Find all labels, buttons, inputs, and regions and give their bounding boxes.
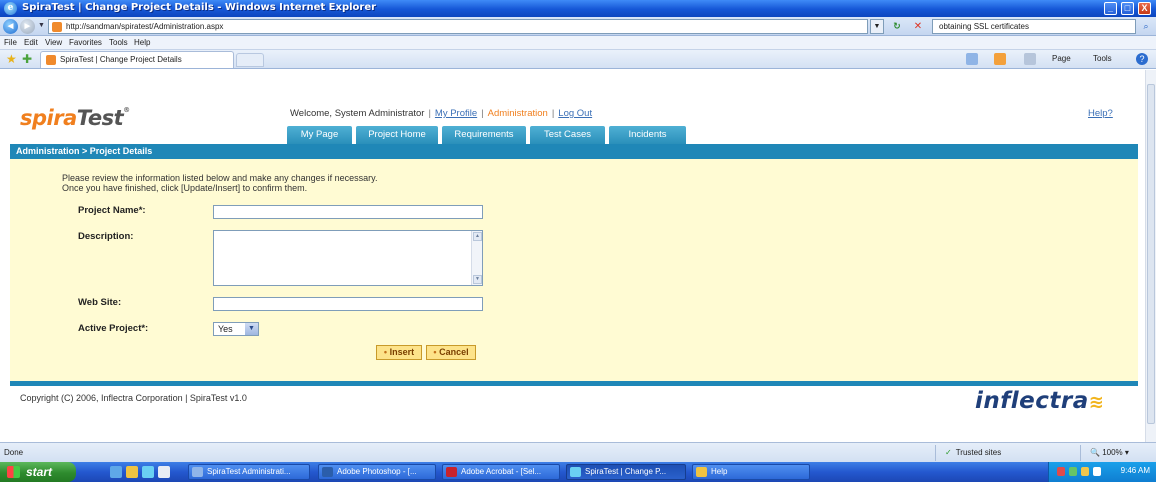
outlook-icon[interactable] bbox=[158, 466, 170, 478]
maximize-button[interactable]: □ bbox=[1121, 2, 1134, 15]
page-menu[interactable]: Page bbox=[1052, 54, 1071, 63]
browser-tab-label: SpiraTest | Change Project Details bbox=[60, 55, 182, 64]
logout-link[interactable]: Log Out bbox=[558, 108, 592, 119]
back-button[interactable]: ◄ bbox=[3, 19, 18, 34]
taskbar-item[interactable]: Help bbox=[692, 464, 810, 480]
description-textarea[interactable] bbox=[213, 230, 483, 286]
search-icon[interactable]: ⌕ bbox=[1138, 19, 1154, 34]
page-scrollbar[interactable] bbox=[1145, 70, 1156, 442]
tray-icon bbox=[1069, 467, 1077, 476]
tab-my-page[interactable]: My Page bbox=[287, 126, 352, 144]
print-icon[interactable] bbox=[1024, 53, 1036, 65]
taskbar-item[interactable]: SpiraTest | Change P... bbox=[566, 464, 686, 480]
tray-icon bbox=[1081, 467, 1089, 476]
project-name-input[interactable] bbox=[213, 205, 483, 219]
close-button[interactable]: X bbox=[1138, 2, 1151, 15]
feeds-icon[interactable] bbox=[994, 53, 1006, 65]
new-tab-button[interactable] bbox=[236, 53, 264, 67]
tray-icon bbox=[1093, 467, 1101, 476]
help-link[interactable]: Help? bbox=[1088, 108, 1113, 119]
inflectra-logo: inflectra≋ bbox=[975, 388, 1105, 414]
taskbar-item[interactable]: Adobe Acrobat - [Sel... bbox=[442, 464, 560, 480]
search-value[interactable]: obtaining SSL certificates bbox=[939, 22, 1029, 31]
description-scrollbar[interactable]: ▲ ▼ bbox=[471, 231, 482, 285]
menu-help[interactable]: Help bbox=[134, 38, 150, 47]
search-input[interactable]: obtaining SSL certificates bbox=[932, 19, 1136, 34]
form-instructions: Please review the information listed bel… bbox=[62, 173, 378, 193]
tools-menu[interactable]: Tools bbox=[1093, 54, 1112, 63]
copyright-text: Copyright (C) 2006, Inflectra Corporatio… bbox=[20, 393, 247, 403]
taskbar-item[interactable]: Adobe Photoshop - [... bbox=[318, 464, 436, 480]
minimize-button[interactable]: _ bbox=[1104, 2, 1117, 15]
address-dropdown-icon[interactable]: ▼ bbox=[870, 19, 884, 34]
address-toolbar: ◄ ► ▼ http://sandman/spiratest/Administr… bbox=[0, 17, 1156, 36]
start-button[interactable]: start bbox=[0, 462, 76, 482]
tray-icon bbox=[1057, 467, 1065, 476]
scroll-up-icon[interactable]: ▲ bbox=[473, 232, 482, 241]
scrollbar-thumb[interactable] bbox=[1147, 84, 1155, 424]
description-label: Description: bbox=[78, 231, 134, 242]
windows-logo-icon bbox=[7, 466, 20, 478]
explorer-icon[interactable] bbox=[126, 466, 138, 478]
project-details-form: Please review the information listed bel… bbox=[10, 159, 1138, 381]
status-bar: Done ✓ Trusted sites 🔍 100% ▾ bbox=[0, 442, 1156, 462]
tab-bar: ★ ✚ SpiraTest | Change Project Details P… bbox=[0, 50, 1156, 69]
active-project-label: Active Project*: bbox=[78, 323, 149, 334]
spiratest-logo: spiraTest® bbox=[20, 106, 130, 130]
tab-requirements[interactable]: Requirements bbox=[442, 126, 526, 144]
window-title-bar[interactable]: e SpiraTest | Change Project Details - W… bbox=[0, 0, 1156, 17]
system-tray: 9:46 AM bbox=[1048, 462, 1156, 482]
website-input[interactable] bbox=[213, 297, 483, 311]
welcome-bar: Welcome, System Administrator | My Profile… bbox=[290, 108, 593, 119]
window-title: SpiraTest | Change Project Details - Win… bbox=[22, 2, 377, 13]
security-zone[interactable]: ✓ Trusted sites bbox=[945, 448, 1001, 457]
ie-quicklaunch-icon[interactable] bbox=[142, 466, 154, 478]
add-favorite-icon[interactable]: ✚ bbox=[22, 52, 32, 66]
footer-divider bbox=[10, 381, 1138, 386]
menu-bar: File Edit View Favorites Tools Help bbox=[0, 36, 1156, 50]
scroll-down-icon[interactable]: ▼ bbox=[473, 275, 482, 284]
breadcrumb: Administration > Project Details bbox=[16, 146, 153, 156]
home-icon[interactable] bbox=[966, 53, 978, 65]
check-icon: ✓ bbox=[945, 448, 952, 457]
menu-tools[interactable]: Tools bbox=[109, 38, 128, 47]
taskbar-item[interactable]: SpiraTest Administrati... bbox=[188, 464, 310, 480]
administration-link[interactable]: Administration bbox=[488, 108, 548, 119]
status-text: Done bbox=[4, 448, 24, 457]
stop-icon[interactable]: ✕ bbox=[908, 19, 928, 34]
cancel-button[interactable]: • Cancel bbox=[426, 345, 476, 360]
menu-file[interactable]: File bbox=[4, 38, 17, 47]
help-icon[interactable]: ? bbox=[1136, 53, 1148, 65]
forward-button[interactable]: ► bbox=[20, 19, 35, 34]
history-dropdown-icon[interactable]: ▼ bbox=[38, 22, 45, 29]
tab-project-home[interactable]: Project Home bbox=[356, 126, 438, 144]
active-project-select[interactable]: Yes ▼ bbox=[213, 322, 259, 336]
breadcrumb-bar: Administration > Project Details bbox=[10, 144, 1138, 159]
page-content: spiraTest® Welcome, System Administrator… bbox=[0, 70, 1145, 442]
browser-tab-active[interactable]: SpiraTest | Change Project Details bbox=[40, 51, 234, 68]
favorites-star-icon[interactable]: ★ bbox=[6, 52, 17, 66]
project-name-label: Project Name*: bbox=[78, 205, 146, 216]
active-project-value: Yes bbox=[218, 324, 233, 334]
zoom-level[interactable]: 🔍 100% ▾ bbox=[1090, 448, 1129, 457]
menu-edit[interactable]: Edit bbox=[24, 38, 38, 47]
page-favicon-icon bbox=[52, 22, 62, 32]
website-label: Web Site: bbox=[78, 297, 122, 308]
tab-test-cases[interactable]: Test Cases bbox=[530, 126, 605, 144]
welcome-text: Welcome, System Administrator bbox=[290, 108, 425, 119]
address-url[interactable]: http://sandman/spiratest/Administration.… bbox=[66, 22, 223, 31]
insert-button[interactable]: • Insert bbox=[376, 345, 422, 360]
clock: 9:46 AM bbox=[1120, 466, 1150, 475]
menu-favorites[interactable]: Favorites bbox=[69, 38, 102, 47]
address-bar[interactable]: http://sandman/spiratest/Administration.… bbox=[48, 19, 868, 34]
my-profile-link[interactable]: My Profile bbox=[435, 108, 477, 119]
show-desktop-icon[interactable] bbox=[110, 466, 122, 478]
windows-taskbar: start SpiraTest Administrati... Adobe Ph… bbox=[0, 462, 1156, 482]
tab-favicon-icon bbox=[46, 55, 56, 65]
tab-incidents[interactable]: Incidents bbox=[609, 126, 686, 144]
refresh-icon[interactable]: ↻ bbox=[887, 19, 907, 34]
chevron-down-icon[interactable]: ▼ bbox=[245, 323, 258, 335]
ie-logo-icon: e bbox=[4, 2, 17, 15]
menu-view[interactable]: View bbox=[45, 38, 62, 47]
